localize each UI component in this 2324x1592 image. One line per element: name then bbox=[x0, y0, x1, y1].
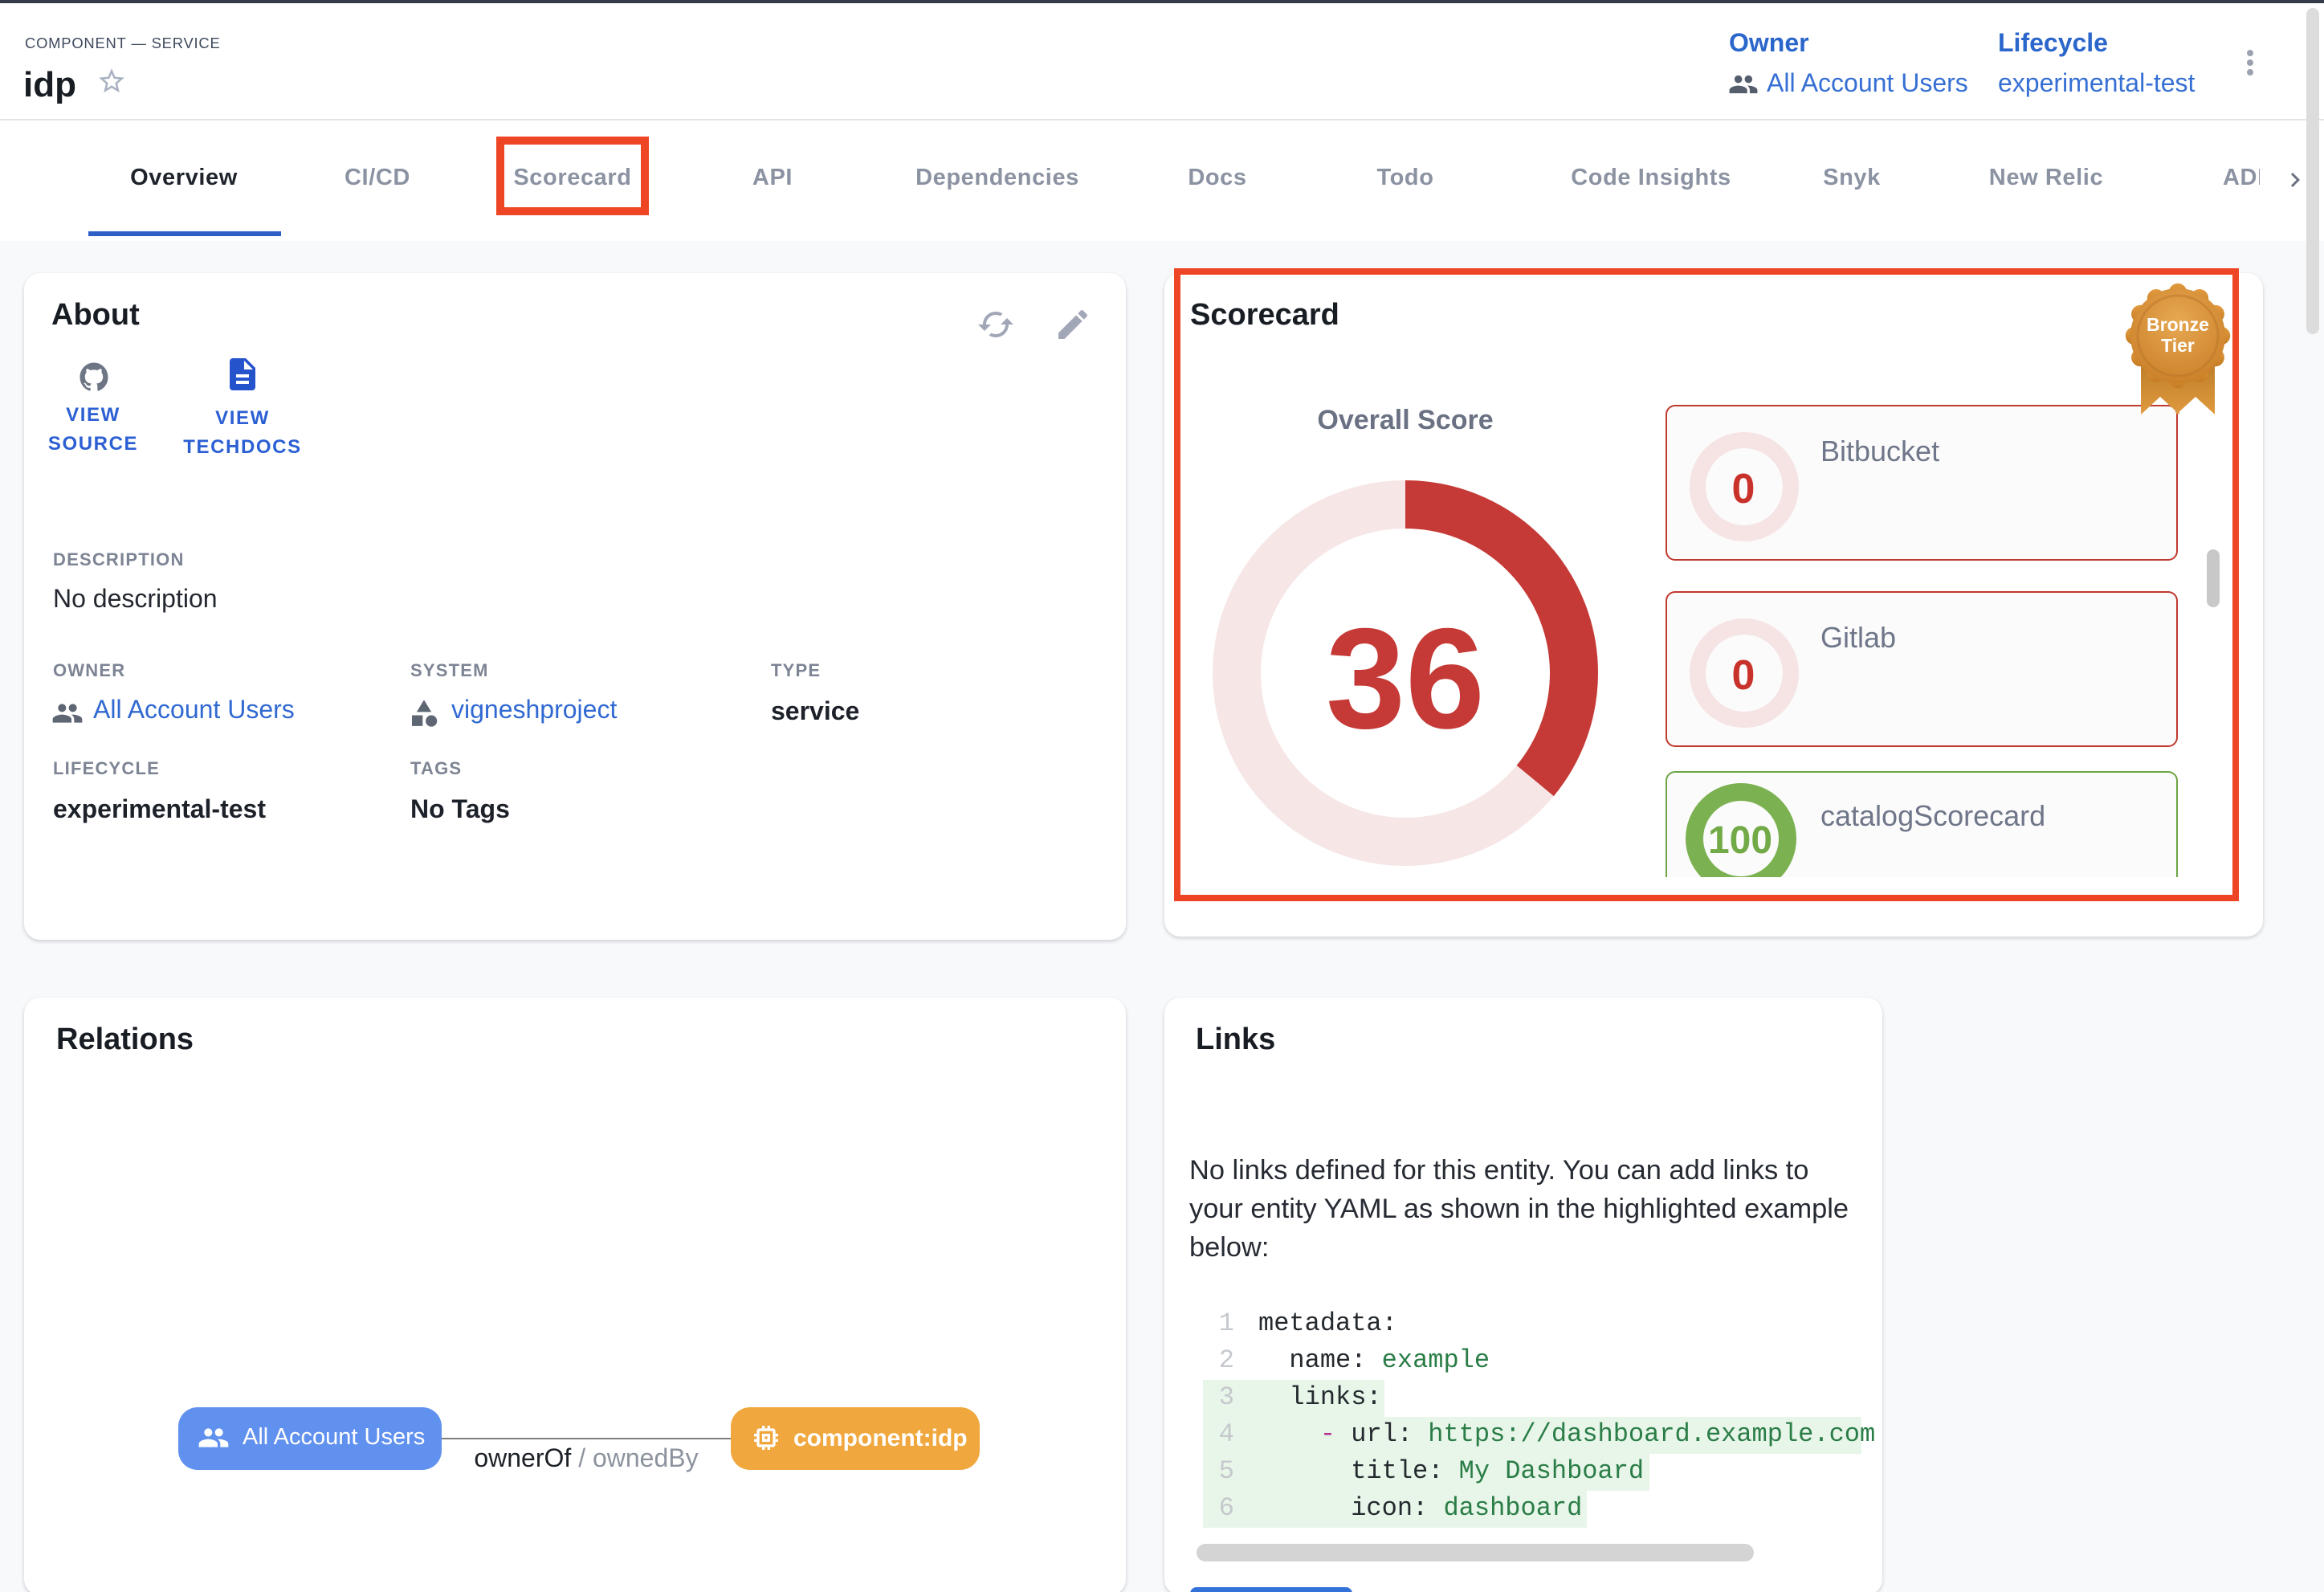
svg-text:Tier: Tier bbox=[2161, 335, 2195, 356]
svg-text:Bronze: Bronze bbox=[2147, 314, 2209, 335]
